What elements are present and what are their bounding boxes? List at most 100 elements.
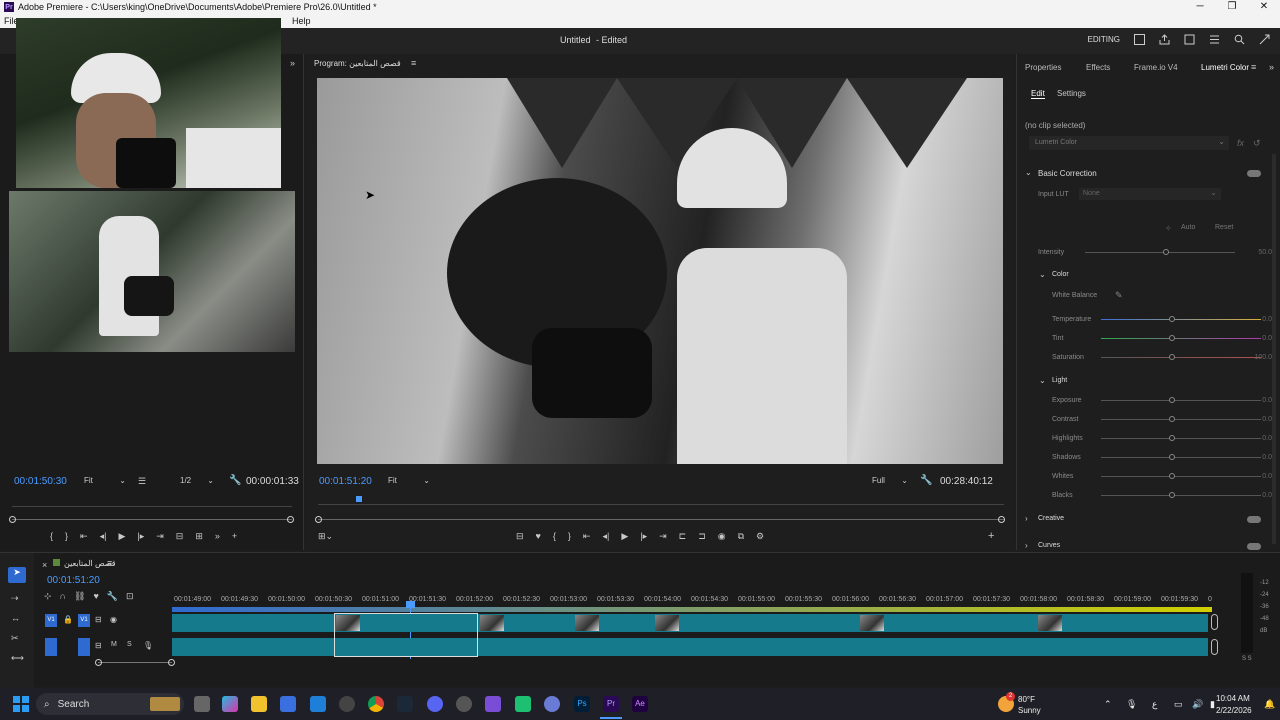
- outlook-icon[interactable]: [310, 696, 326, 712]
- ripple-edit-tool-icon[interactable]: ↔: [11, 613, 20, 623]
- play-icon[interactable]: ▶: [621, 531, 628, 542]
- sync-lock-icon[interactable]: ⊟: [95, 641, 102, 650]
- zoom-handle-right[interactable]: [168, 659, 175, 666]
- basic-correction-toggle[interactable]: [1247, 170, 1261, 177]
- snap-icon[interactable]: ∩: [60, 591, 66, 602]
- contrast-value[interactable]: 0.0: [1262, 416, 1272, 423]
- curves-toggle[interactable]: [1247, 543, 1261, 550]
- panel-menu-icon[interactable]: ≡: [107, 558, 112, 568]
- v1-track-target[interactable]: V1: [78, 614, 90, 627]
- slider-knob[interactable]: [1169, 492, 1175, 498]
- linked-selection-icon[interactable]: ⛓: [74, 591, 85, 602]
- search-icon[interactable]: [1234, 34, 1245, 45]
- slider-knob[interactable]: [1169, 335, 1175, 341]
- panel-menu-icon[interactable]: ≡: [1251, 62, 1256, 72]
- exposure-value[interactable]: 0.0: [1262, 397, 1272, 404]
- whites-value[interactable]: 0.0: [1262, 473, 1272, 480]
- highlights-slider[interactable]: [1101, 435, 1261, 441]
- mark-in-icon[interactable]: {: [50, 531, 53, 542]
- track-scroll-handle[interactable]: [1211, 639, 1218, 655]
- razor-tool-icon[interactable]: ✂: [11, 633, 19, 644]
- zoom-handle-left[interactable]: [315, 516, 322, 523]
- program-time-ruler[interactable]: [318, 499, 1004, 505]
- shadows-slider[interactable]: [1101, 454, 1261, 460]
- playhead-handle[interactable]: [406, 601, 415, 608]
- tint-slider[interactable]: [1101, 335, 1261, 341]
- clip-thumbnail[interactable]: [480, 615, 504, 631]
- clock-time[interactable]: 10:04 AM: [1216, 694, 1250, 703]
- clip-thumbnail[interactable]: [860, 615, 884, 631]
- sync-lock-icon[interactable]: ⊟: [95, 615, 102, 624]
- play-icon[interactable]: ▶: [118, 531, 125, 542]
- program-video-frame[interactable]: ➤: [317, 78, 1003, 464]
- whites-slider[interactable]: [1101, 473, 1261, 479]
- lift-clip-icon[interactable]: ⊏: [679, 531, 687, 542]
- slip-tool-icon[interactable]: ⟷: [11, 653, 24, 664]
- mark-in-icon[interactable]: {: [553, 531, 556, 542]
- step-forward-icon[interactable]: |▸: [137, 531, 144, 542]
- eye-icon[interactable]: ◉: [110, 615, 117, 624]
- light-header[interactable]: Light: [1052, 377, 1067, 384]
- add-button-icon[interactable]: +: [232, 531, 237, 542]
- copilot-icon[interactable]: [222, 696, 238, 712]
- go-to-out-icon[interactable]: ⇥: [156, 531, 164, 542]
- exposure-slider[interactable]: [1101, 397, 1261, 403]
- zoom-handle-left[interactable]: [95, 659, 102, 666]
- program-fit-dropdown[interactable]: Fit ⌄: [388, 476, 432, 485]
- nest-icon[interactable]: ⊹: [44, 591, 52, 602]
- panel-menu-icon[interactable]: [1209, 34, 1220, 45]
- slider-knob[interactable]: [1163, 249, 1169, 255]
- solo-button[interactable]: S: [127, 641, 132, 648]
- slider-knob[interactable]: [1169, 354, 1175, 360]
- shadows-value[interactable]: 0.0: [1262, 454, 1272, 461]
- microsoft-store-icon[interactable]: [280, 696, 296, 712]
- discord-icon[interactable]: [427, 696, 443, 712]
- wrench-icon[interactable]: 🔧: [920, 475, 932, 486]
- a1-track-target[interactable]: [78, 638, 90, 656]
- notification-bell-icon[interactable]: 🔔: [1264, 699, 1275, 710]
- game-icon[interactable]: [485, 696, 501, 712]
- close-button[interactable]: ✕: [1248, 0, 1280, 14]
- program-timecode[interactable]: 00:01:51:20: [319, 476, 372, 487]
- a1-source-patch[interactable]: [45, 638, 57, 656]
- volume-icon[interactable]: 🔊: [1192, 699, 1203, 710]
- microphone-icon[interactable]: 🎙: [143, 641, 153, 650]
- timeline-settings-icon[interactable]: 🔧: [107, 591, 118, 602]
- maximize-button[interactable]: ❐: [1216, 0, 1248, 14]
- tint-value[interactable]: 0.0: [1262, 335, 1272, 342]
- go-to-in-icon[interactable]: ⇤: [80, 531, 88, 542]
- weather-temperature[interactable]: 80°F: [1018, 695, 1035, 704]
- reset-button[interactable]: Reset: [1215, 224, 1233, 231]
- v1-source-patch[interactable]: V1: [45, 614, 57, 627]
- step-back-icon[interactable]: ◂|: [602, 531, 609, 542]
- playhead-marker[interactable]: [356, 496, 362, 502]
- more-controls-icon[interactable]: »: [215, 531, 220, 542]
- zoom-handle-left[interactable]: [9, 516, 16, 523]
- zoom-handle-right[interactable]: [287, 516, 294, 523]
- subtab-settings[interactable]: Settings: [1057, 89, 1086, 98]
- timeline-timecode[interactable]: 00:01:51:20: [47, 575, 100, 586]
- slider-knob[interactable]: [1169, 416, 1175, 422]
- program-zoom-bar[interactable]: [318, 519, 1004, 520]
- source-fit-dropdown[interactable]: Fit ⌄: [84, 476, 128, 485]
- chevron-down-icon[interactable]: ⌄: [1039, 270, 1046, 279]
- tray-overflow-icon[interactable]: ⌃: [1104, 699, 1112, 710]
- subtab-edit[interactable]: Edit: [1031, 89, 1045, 99]
- clip-thumbnail[interactable]: [336, 615, 360, 631]
- chevron-down-icon[interactable]: ⌄: [1025, 168, 1032, 177]
- settings-icon[interactable]: ☰: [138, 476, 146, 487]
- saturation-slider[interactable]: [1101, 354, 1261, 360]
- workspaces-icon[interactable]: [1134, 34, 1145, 45]
- panel-scrollbar[interactable]: [1272, 154, 1276, 544]
- creative-toggle[interactable]: [1247, 516, 1261, 523]
- audio-track-a1[interactable]: [172, 638, 1208, 656]
- obs-icon[interactable]: [339, 696, 355, 712]
- track-select-tool-icon[interactable]: ⇢: [11, 593, 19, 604]
- step-forward-icon[interactable]: |▸: [640, 531, 647, 542]
- contrast-slider[interactable]: [1101, 416, 1261, 422]
- temperature-slider[interactable]: [1101, 316, 1261, 322]
- slider-knob[interactable]: [1169, 473, 1175, 479]
- blacks-slider[interactable]: [1101, 492, 1261, 498]
- photoshop-icon[interactable]: Ps: [574, 696, 590, 712]
- slider-knob[interactable]: [1169, 435, 1175, 441]
